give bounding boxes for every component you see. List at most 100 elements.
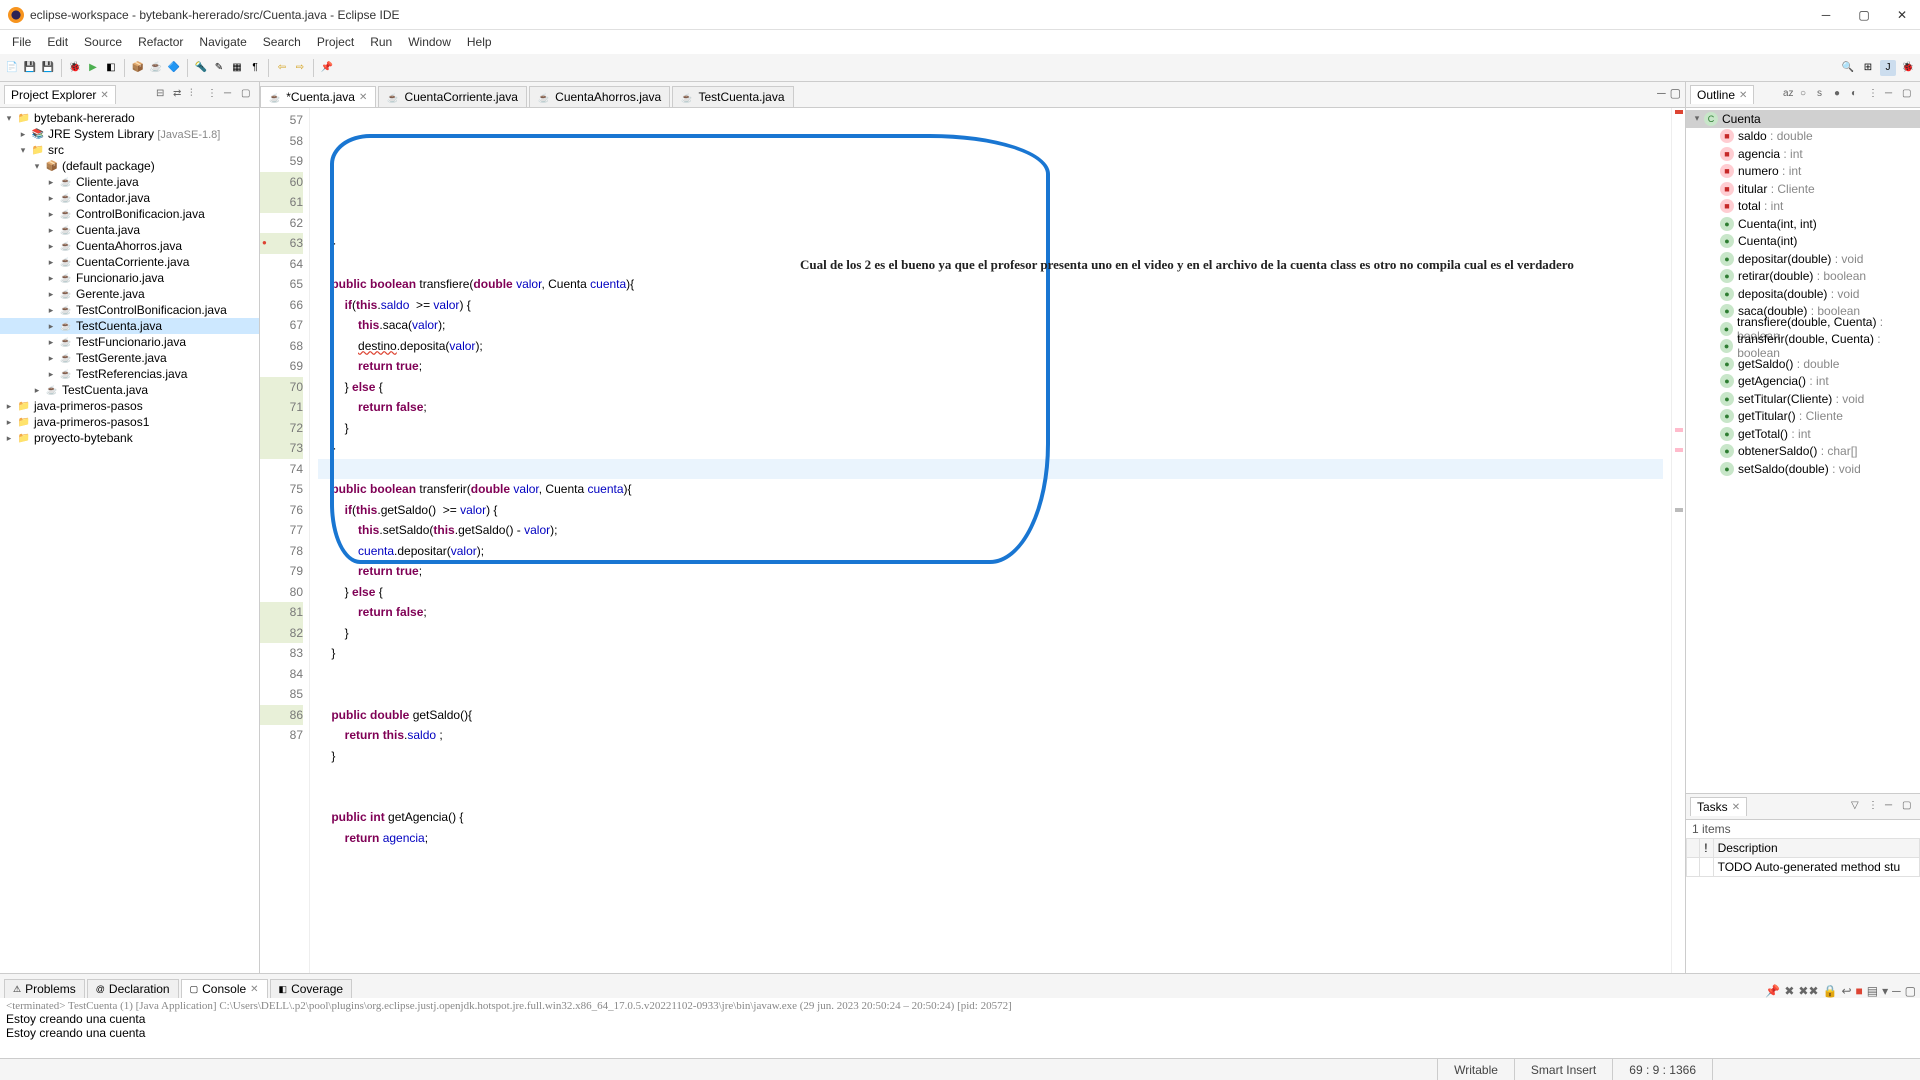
hide-fields-icon[interactable]: ○ [1800, 88, 1814, 102]
tree-item[interactable]: ▸Cliente.java [0, 174, 259, 190]
maximize-panel-icon[interactable]: ▢ [1902, 88, 1916, 102]
hide-static-icon[interactable]: s [1817, 88, 1831, 102]
outline-member[interactable]: ■saldo : double [1686, 128, 1920, 146]
outline-root[interactable]: ▾CCuenta [1686, 110, 1920, 128]
new-icon[interactable]: 📄 [4, 60, 20, 76]
tree-item[interactable]: ▸TestGerente.java [0, 350, 259, 366]
editor-body[interactable]: 5758596061626364656667686970717273747576… [260, 108, 1685, 973]
menu-edit[interactable]: Edit [39, 35, 76, 49]
link-editor-icon[interactable]: ⇄ [173, 88, 187, 102]
outline-member[interactable]: ■numero : int [1686, 163, 1920, 181]
java-perspective-icon[interactable]: J [1880, 60, 1896, 76]
close-icon[interactable]: ✕ [100, 90, 108, 101]
menu-window[interactable]: Window [400, 35, 459, 49]
bottom-tab-problems[interactable]: ⚠Problems [4, 979, 85, 998]
hide-nonpublic-icon[interactable]: ● [1834, 88, 1848, 102]
maximize-panel-icon[interactable]: ▢ [1902, 800, 1916, 814]
tree-item[interactable]: ▸TestControlBonificacion.java [0, 302, 259, 318]
close-icon[interactable]: ✕ [1739, 90, 1747, 101]
coverage-icon[interactable]: ◧ [103, 60, 119, 76]
tree-item[interactable]: ▸ControlBonificacion.java [0, 206, 259, 222]
tree-item[interactable]: ▸proyecto-bytebank [0, 430, 259, 446]
open-type-icon[interactable]: 🔷 [166, 60, 182, 76]
outline-member[interactable]: ■titular : Cliente [1686, 180, 1920, 198]
menu-help[interactable]: Help [459, 35, 500, 49]
outline-member[interactable]: ●retirar(double) : boolean [1686, 268, 1920, 286]
filter-icon[interactable]: ⫶ [190, 88, 204, 102]
menu-search[interactable]: Search [255, 35, 309, 49]
hide-local-icon[interactable]: ◐ [1851, 88, 1865, 102]
collapse-all-icon[interactable]: ⊟ [156, 88, 170, 102]
menu-refactor[interactable]: Refactor [130, 35, 191, 49]
close-icon[interactable]: ✕ [1732, 802, 1740, 813]
editor-tab[interactable]: CuentaCorriente.java [378, 86, 527, 107]
toggle-mark-icon[interactable]: ✎ [211, 60, 227, 76]
editor-tab[interactable]: CuentaAhorros.java [529, 86, 670, 107]
search-icon[interactable]: 🔦 [193, 60, 209, 76]
console-removeall-icon[interactable]: ✖✖ [1798, 984, 1818, 998]
menu-run[interactable]: Run [362, 35, 400, 49]
maximize-button[interactable]: ▢ [1854, 8, 1874, 22]
console-scroll-lock-icon[interactable]: 🔒 [1823, 984, 1838, 998]
view-menu-icon[interactable]: ⋮ [207, 88, 221, 102]
tree-item[interactable]: ▸Cuenta.java [0, 222, 259, 238]
minimize-panel-icon[interactable]: ─ [1885, 88, 1899, 102]
debug-icon[interactable]: 🐞 [67, 60, 83, 76]
new-package-icon[interactable]: 📦 [130, 60, 146, 76]
outline-member[interactable]: ●deposita(double) : void [1686, 285, 1920, 303]
pin-icon[interactable]: 📌 [319, 60, 335, 76]
tree-item[interactable]: ▾bytebank-hererado [0, 110, 259, 126]
close-button[interactable]: ✕ [1892, 8, 1912, 22]
tree-item[interactable]: ▸java-primeros-pasos1 [0, 414, 259, 430]
tree-item[interactable]: ▸TestCuenta.java [0, 382, 259, 398]
tree-item[interactable]: ▸Contador.java [0, 190, 259, 206]
view-menu-icon[interactable]: ⋮ [1868, 88, 1882, 102]
outline-member[interactable]: ●getAgencia() : int [1686, 373, 1920, 391]
outline-member[interactable]: ●getTitular() : Cliente [1686, 408, 1920, 426]
outline-tab[interactable]: Outline ✕ [1690, 85, 1754, 104]
minimize-panel-icon[interactable]: ─ [1885, 800, 1899, 814]
tree-item[interactable]: ▸JRE System Library [JavaSE-1.8] [0, 126, 259, 142]
editor-tab[interactable]: *Cuenta.java✕ [260, 86, 376, 107]
tree-item[interactable]: ▸TestCuenta.java [0, 318, 259, 334]
outline-member[interactable]: ●Cuenta(int) [1686, 233, 1920, 251]
tree-item[interactable]: ▸TestFuncionario.java [0, 334, 259, 350]
open-perspective-icon[interactable]: ⊞ [1860, 60, 1876, 76]
save-icon[interactable]: 💾 [22, 60, 38, 76]
forward-icon[interactable]: ⇨ [292, 60, 308, 76]
tree-item[interactable]: ▾(default package) [0, 158, 259, 174]
view-menu-icon[interactable]: ⋮ [1868, 800, 1882, 814]
tasks-table[interactable]: !Description TODO Auto-generated method … [1686, 838, 1920, 877]
maximize-panel-icon[interactable]: ▢ [1905, 984, 1916, 998]
quick-access-icon[interactable]: 🔍 [1840, 60, 1856, 76]
tasks-tab[interactable]: Tasks ✕ [1690, 797, 1747, 816]
menu-project[interactable]: Project [309, 35, 362, 49]
minimize-panel-icon[interactable]: ─ [1892, 984, 1901, 998]
outline-member[interactable]: ●depositar(double) : void [1686, 250, 1920, 268]
editor-tab[interactable]: TestCuenta.java [672, 86, 793, 107]
outline-tree[interactable]: ▾CCuenta■saldo : double■agencia : int■nu… [1686, 108, 1920, 793]
tree-item[interactable]: ▸java-primeros-pasos [0, 398, 259, 414]
outline-member[interactable]: ●setSaldo(double) : void [1686, 460, 1920, 478]
code-content[interactable]: Cual de los 2 es el bueno ya que el prof… [310, 108, 1671, 973]
tree-item[interactable]: ▸Funcionario.java [0, 270, 259, 286]
sort-icon[interactable]: az [1783, 88, 1797, 102]
menu-source[interactable]: Source [76, 35, 130, 49]
tree-item[interactable]: ▸TestReferencias.java [0, 366, 259, 382]
show-whitespace-icon[interactable]: ¶ [247, 60, 263, 76]
console-wrap-icon[interactable]: ↩ [1841, 984, 1851, 998]
debug-perspective-icon[interactable]: 🐞 [1900, 60, 1916, 76]
bottom-tab-declaration[interactable]: @Declaration [87, 979, 179, 998]
outline-member[interactable]: ●transferir(double, Cuenta) : boolean [1686, 338, 1920, 356]
editor-min-icon[interactable]: ─ [1657, 86, 1666, 100]
console-display-icon[interactable]: ▤ [1867, 984, 1878, 998]
outline-member[interactable]: ■total : int [1686, 198, 1920, 216]
overview-ruler[interactable] [1671, 108, 1685, 973]
outline-member[interactable]: ●Cuenta(int, int) [1686, 215, 1920, 233]
minimize-panel-icon[interactable]: ─ [224, 88, 238, 102]
run-icon[interactable]: ▶ [85, 60, 101, 76]
bottom-tab-coverage[interactable]: ◧Coverage [270, 979, 353, 998]
bottom-tab-console[interactable]: ▢Console✕ [181, 979, 268, 998]
console-terminate-icon[interactable]: ■ [1856, 984, 1863, 998]
tree-item[interactable]: ▸CuentaAhorros.java [0, 238, 259, 254]
